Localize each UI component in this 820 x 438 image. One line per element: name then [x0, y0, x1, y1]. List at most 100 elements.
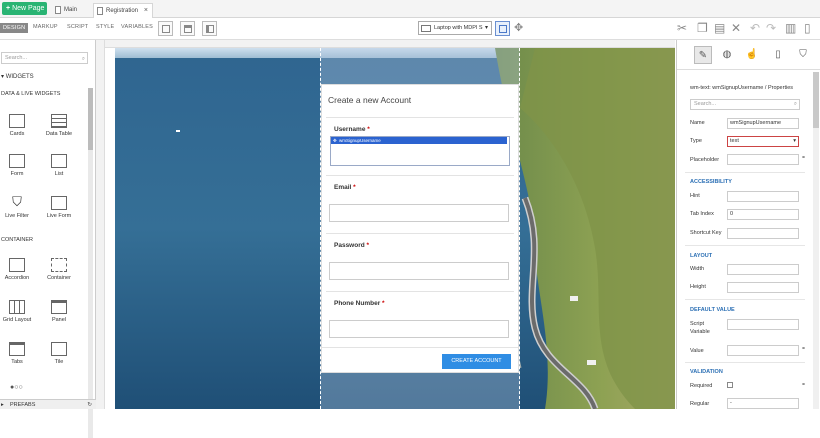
copy-icon[interactable]: ❐: [697, 22, 708, 34]
name-label: Name: [690, 120, 705, 126]
widget-cards[interactable]: Cards: [0, 114, 34, 137]
widget-search-input[interactable]: Search... ⌕: [1, 52, 88, 64]
phone-input[interactable]: [329, 320, 509, 338]
name-input[interactable]: wmSignupUsername: [727, 118, 799, 129]
tab-registration-label: Registration: [106, 8, 139, 14]
grid-toggle-icon[interactable]: [495, 21, 510, 36]
selected-widget-tag[interactable]: ✥ wmSignupUsername: [331, 137, 507, 144]
bind-link-icon[interactable]: ⚭: [801, 381, 806, 388]
layout-section[interactable]: LAYOUT: [690, 253, 712, 259]
widget-tile[interactable]: Tile: [42, 342, 76, 365]
undo-icon[interactable]: ↶: [750, 22, 760, 34]
regular-label: Regular: [690, 401, 710, 407]
email-field[interactable]: Email *: [326, 175, 514, 230]
email-input[interactable]: [329, 204, 509, 222]
design-canvas[interactable]: Create a new Account Username * ✥ wmSignu…: [115, 48, 675, 409]
email-label: Email *: [334, 184, 356, 191]
preview-icon[interactable]: ▯: [804, 22, 811, 34]
required-checkbox[interactable]: [727, 382, 733, 388]
new-page-button[interactable]: + New Page: [2, 2, 47, 15]
widget-label: Accordion: [4, 275, 30, 281]
hint-label: Hint: [690, 193, 700, 199]
signup-form-card[interactable]: Create a new Account Username * ✥ wmSignu…: [321, 84, 519, 373]
width-input[interactable]: [727, 264, 799, 275]
shortcut-key-input[interactable]: [727, 228, 799, 239]
phone-label: Phone Number *: [334, 300, 385, 307]
header-layout-icon[interactable]: [180, 21, 195, 36]
regex-input[interactable]: -: [727, 398, 799, 409]
mode-markup[interactable]: MARKUP: [33, 24, 58, 30]
container-icon: [51, 258, 67, 272]
events-tab-hand-icon[interactable]: ☝: [743, 46, 761, 64]
tab-registration[interactable]: Registration ×: [93, 3, 153, 18]
security-tab-shield-icon[interactable]: ⛉: [794, 46, 812, 64]
mode-design[interactable]: DESIGN: [0, 23, 29, 33]
username-input-selected[interactable]: ✥ wmSignupUsername: [330, 136, 510, 166]
move-handle-icon[interactable]: ✥: [333, 137, 337, 144]
value-input[interactable]: [727, 345, 799, 356]
placeholder-label: Placeholder: [690, 157, 720, 163]
save-icon[interactable]: ▥: [785, 22, 796, 34]
accessibility-section[interactable]: ACCESSIBILITY: [690, 179, 732, 185]
hint-input[interactable]: [727, 191, 799, 202]
password-label: Password *: [334, 242, 369, 249]
mode-style[interactable]: STYLE: [96, 24, 114, 30]
username-label-text: Username: [334, 126, 366, 133]
left-scrollbar[interactable]: [88, 88, 93, 438]
page-layout-icon[interactable]: [158, 21, 173, 36]
widget-accordion[interactable]: Accordion: [0, 258, 34, 281]
placeholder-input[interactable]: [727, 154, 799, 165]
password-field[interactable]: Password *: [326, 233, 514, 288]
widget-container[interactable]: Container: [42, 258, 76, 281]
widgets-header[interactable]: ▾ WIDGETS: [1, 73, 34, 80]
widget-label: Panel: [51, 317, 67, 323]
mode-script[interactable]: SCRIPT: [67, 24, 88, 30]
widget-form[interactable]: Form: [0, 154, 34, 177]
phone-label-text: Phone Number: [334, 300, 381, 307]
widget-label: Live Form: [46, 213, 72, 219]
prefabs-header[interactable]: ▸ PREFABS ↻: [0, 399, 96, 409]
widget-data-table[interactable]: Data Table: [42, 114, 76, 137]
device-select[interactable]: Laptop with MDPI S ▾: [418, 21, 492, 35]
password-input[interactable]: [329, 262, 509, 280]
paste-icon[interactable]: ▤: [714, 22, 725, 34]
default-value-section[interactable]: DEFAULT VALUE: [690, 307, 735, 313]
laptop-icon: [421, 25, 431, 32]
tab-main-label: Main: [64, 7, 78, 13]
widget-grid-layout[interactable]: Grid Layout: [0, 300, 34, 323]
create-account-button[interactable]: CREATE ACCOUNT: [442, 354, 511, 369]
move-icon[interactable]: ✥: [514, 22, 523, 34]
phone-field[interactable]: Phone Number *: [326, 291, 514, 346]
cut-icon[interactable]: ✂: [677, 22, 687, 34]
properties-tab-pencil-icon[interactable]: ✎: [694, 46, 712, 64]
bind-link-icon[interactable]: ⚭: [801, 345, 806, 352]
username-field[interactable]: Username * ✥ wmSignupUsername: [326, 117, 514, 172]
property-search-input[interactable]: Search... ⌕: [690, 99, 800, 110]
tabindex-input[interactable]: 0: [727, 209, 799, 220]
close-tab-icon[interactable]: ×: [144, 4, 148, 18]
mode-variables[interactable]: VARIABLES: [121, 24, 153, 30]
delete-icon[interactable]: ✕: [731, 22, 741, 34]
styles-tab-palette-icon[interactable]: ◍: [718, 46, 736, 64]
redo-icon[interactable]: ↷: [766, 22, 776, 34]
widget-panel[interactable]: Panel: [42, 300, 76, 323]
widget-label: Live Filter: [5, 213, 29, 219]
device-tab-mobile-icon[interactable]: ▯: [769, 46, 787, 64]
vertical-ruler: [96, 40, 105, 409]
widget-live-filter[interactable]: ⛉ Live Filter: [0, 195, 34, 219]
tab-main[interactable]: Main: [52, 3, 90, 18]
required-mark: *: [353, 184, 356, 191]
validation-section[interactable]: VALIDATION: [690, 369, 723, 375]
height-input[interactable]: [727, 282, 799, 293]
pager-dots[interactable]: ●○○: [10, 384, 23, 391]
widget-list[interactable]: List: [42, 154, 76, 177]
widgets-header-label: WIDGETS: [5, 74, 34, 80]
widget-live-form[interactable]: Live Form: [42, 196, 76, 219]
right-scrollbar[interactable]: [813, 72, 819, 409]
script-variable-input[interactable]: [727, 319, 799, 330]
chevron-down-icon: ▾: [793, 138, 796, 144]
panel-layout-icon[interactable]: [202, 21, 217, 36]
bind-link-icon[interactable]: ⚭: [801, 154, 806, 161]
widget-tabs[interactable]: Tabs: [0, 342, 34, 365]
type-select[interactable]: text ▾: [727, 136, 799, 147]
